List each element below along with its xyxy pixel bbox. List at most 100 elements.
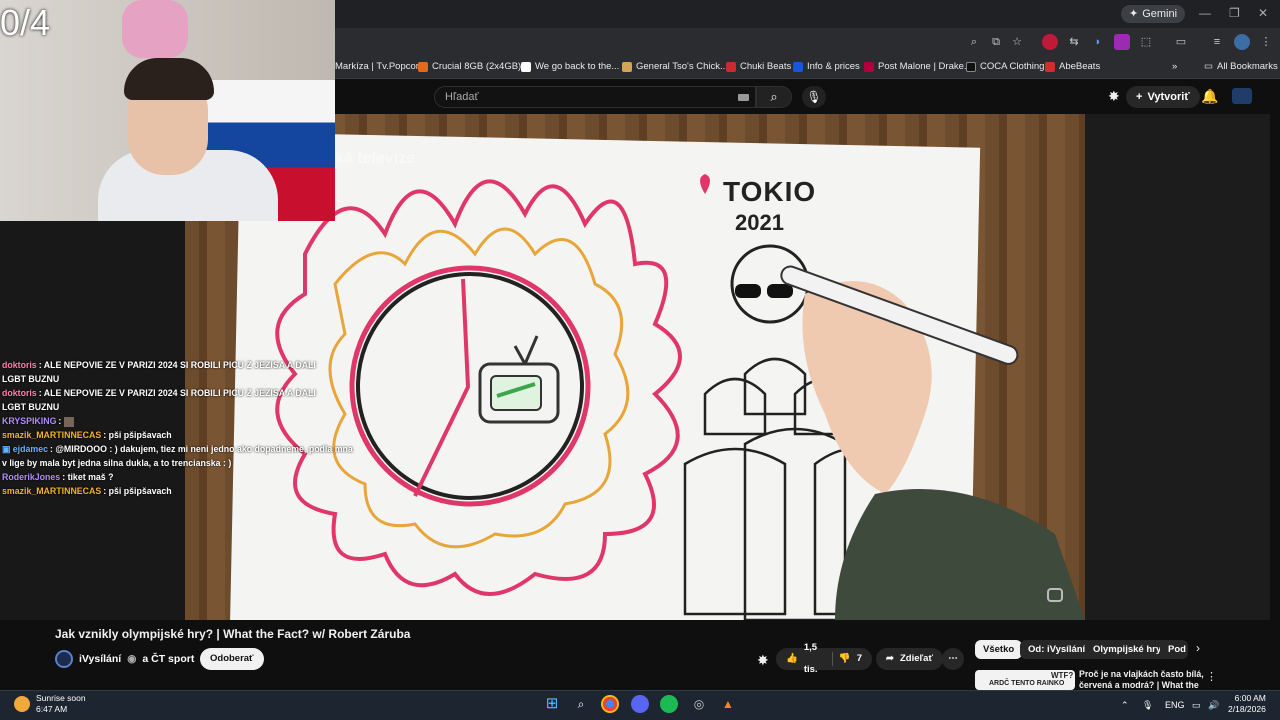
chat-text: @MIRDOOO : ) dakujem, tiez mi neni jedno…: [55, 444, 353, 454]
chip-all[interactable]: Všetko: [975, 640, 1023, 659]
channel-watermark-icon[interactable]: [1047, 588, 1063, 602]
subscribe-button[interactable]: Odoberať: [200, 648, 264, 670]
drawing-year-label: 2021: [735, 210, 784, 235]
extension-purple-icon[interactable]: [1114, 34, 1130, 50]
bookmark-item[interactable]: Info & prices: [793, 60, 860, 74]
google-icon: [521, 62, 531, 72]
all-bookmarks[interactable]: ▭ All Bookmarks: [1204, 60, 1278, 74]
bookmark-item[interactable]: Crucial 8GB (2x4GB)...: [418, 60, 529, 74]
bookmark-item[interactable]: COCA Clothing: [966, 60, 1044, 74]
chip-from-channel[interactable]: Od: iVysílání: [1020, 640, 1094, 659]
more-dots-icon: ⋯: [948, 653, 958, 664]
chip-more[interactable]: Pod: [1160, 640, 1188, 659]
mic-icon: 🎙: [806, 90, 822, 104]
minimize-icon[interactable]: —: [1199, 6, 1211, 20]
zoom-icon[interactable]: ⌕: [966, 34, 982, 50]
extension-arrows-icon[interactable]: ⇆: [1066, 34, 1082, 50]
install-icon[interactable]: ⧉: [988, 34, 1004, 50]
chrome-icon[interactable]: [601, 695, 619, 713]
channel-collab[interactable]: a ČT sport: [142, 653, 194, 665]
windows-start-icon[interactable]: ⊞: [543, 695, 561, 713]
chat-text: pši pšipšavach: [108, 486, 172, 496]
chat-message: LGBT BUZNU: [2, 400, 332, 414]
extensions-puzzle-icon[interactable]: ⬚: [1138, 34, 1154, 50]
chat-text: ALE NEPOVIE ZE V PARIZI 2024 SI ROBILI P…: [43, 388, 316, 398]
taskbar-search-icon[interactable]: ⌕: [572, 695, 590, 713]
bookmark-item[interactable]: General Tso's Chick...: [622, 60, 728, 74]
star-icon[interactable]: ☆: [1009, 34, 1025, 50]
gemini-button[interactable]: ✦ Gemini: [1121, 5, 1186, 23]
menu-dots-icon[interactable]: ⋮: [1258, 34, 1274, 50]
recommended-video[interactable]: ARDČ TENTO RAINKO WTF? Proč je na vlajká…: [975, 670, 1205, 690]
bookmark-label: Markíza | Tv.Popcor...: [335, 61, 427, 72]
video-title: Jak vznikly olympijské hry? | What the F…: [55, 627, 411, 641]
recommended-thumbnail[interactable]: ARDČ TENTO RAINKO WTF?: [975, 670, 1075, 690]
search-button[interactable]: ⌕: [756, 86, 792, 108]
more-actions-button[interactable]: ⋯: [942, 648, 964, 670]
folder-icon: ▭: [1204, 61, 1213, 72]
chat-message: ▣ ejdamec: @MIRDOOO : ) dakujem, tiez mi…: [2, 444, 353, 454]
media-icon[interactable]: ▭: [1173, 34, 1189, 50]
sun-icon: [14, 696, 30, 712]
volume-icon[interactable]: 🔊: [1208, 700, 1219, 711]
like-icon[interactable]: 👍: [786, 648, 798, 670]
extension-red-icon[interactable]: [1042, 34, 1058, 50]
chat-message: RoderikJones: tiket maš ?: [2, 472, 114, 482]
bookmarks-overflow-icon[interactable]: »: [1172, 60, 1177, 74]
like-count[interactable]: 1,5 tis.: [804, 637, 826, 681]
bookmark-label: COCA Clothing: [980, 61, 1045, 72]
chat-message: LGBT BUZNU: [2, 372, 332, 386]
channel-name[interactable]: iVysílání: [79, 653, 121, 665]
close-icon[interactable]: ✕: [1258, 6, 1268, 20]
chat-text: pši pšipšavach: [108, 430, 172, 440]
reading-list-icon[interactable]: ≡: [1209, 34, 1225, 50]
dislike-count[interactable]: 7: [857, 648, 862, 670]
dislike-icon[interactable]: 👎: [839, 648, 851, 670]
drawing-city-label: TOKIO: [723, 176, 817, 207]
vlc-icon[interactable]: ▲: [719, 695, 737, 713]
maximize-icon[interactable]: ❐: [1229, 6, 1240, 20]
weather-widget[interactable]: Sunrise soon 6:47 AM: [14, 693, 86, 715]
weather-time: 6:47 AM: [36, 704, 68, 714]
chat-text: ALE NEPOVIE ZE V PARIZI 2024 SI ROBILI P…: [43, 360, 316, 370]
obs-icon[interactable]: ◎: [690, 695, 708, 713]
screen: ✦ Gemini — ❐ ✕ ⌕ ⧉ ☆ ⇆ ◗ ⬚ ▭ ≡ ⋮ Markíza…: [0, 0, 1280, 720]
bookmark-item[interactable]: AbeBeats: [1045, 60, 1100, 74]
chevron-right-icon[interactable]: ›: [1196, 641, 1200, 655]
chat-text: LGBT BUZNU: [2, 374, 60, 384]
language-indicator[interactable]: ENG: [1165, 700, 1185, 710]
webcam-streamer-hair: [124, 58, 214, 100]
bookmark-item[interactable]: Markíza | Tv.Popcor...: [335, 60, 426, 74]
network-icon[interactable]: ▭: [1192, 700, 1201, 711]
spotify-icon[interactable]: [660, 695, 678, 713]
tray-overflow-icon[interactable]: ⌃: [1121, 700, 1129, 711]
bookmark-item[interactable]: Chuki Beats: [726, 60, 791, 74]
channel-info[interactable]: iVysílání ◉ a ČT sport ◉: [55, 650, 209, 668]
taskbar-clock[interactable]: 6:00 AM 2/18/2026: [1228, 693, 1266, 715]
account-avatar[interactable]: [1232, 88, 1252, 104]
chip-olympics[interactable]: Olympijské hry: [1085, 640, 1170, 659]
like-dislike-group: 👍 1,5 tis. 👎 7: [776, 642, 872, 675]
keyboard-icon[interactable]: [738, 94, 749, 101]
recommended-title[interactable]: Proč je na vlajkách často bílá, červená …: [1079, 670, 1205, 690]
bookmark-item[interactable]: We go back to the...: [521, 60, 619, 74]
voice-search-button[interactable]: 🎙: [802, 86, 826, 108]
profile-avatar[interactable]: [1234, 34, 1250, 50]
premium-icon[interactable]: ✸: [757, 652, 769, 669]
mic-tray-icon[interactable]: 🎙: [1142, 700, 1153, 711]
extension-wave-icon[interactable]: ◗: [1090, 34, 1106, 50]
gift-icon[interactable]: ✸: [1108, 88, 1120, 105]
create-button[interactable]: + Vytvoriť: [1126, 86, 1200, 108]
search-input[interactable]: Hľadať: [434, 86, 756, 108]
notifications-icon[interactable]: 🔔: [1201, 88, 1218, 105]
chat-text: tiket maš ?: [67, 472, 114, 482]
share-button[interactable]: ➦ Zdieľať: [876, 648, 943, 670]
plus-icon: +: [1136, 91, 1143, 103]
bookmark-favicon: [622, 62, 632, 72]
channel-avatar[interactable]: [55, 650, 73, 668]
bookmark-label: General Tso's Chick...: [636, 61, 728, 72]
bookmark-item[interactable]: Post Malone | Drake...: [864, 60, 972, 74]
discord-icon[interactable]: [631, 695, 649, 713]
recommendation-menu-icon[interactable]: ⋮: [1206, 670, 1217, 683]
search-icon: ⌕: [770, 89, 778, 104]
